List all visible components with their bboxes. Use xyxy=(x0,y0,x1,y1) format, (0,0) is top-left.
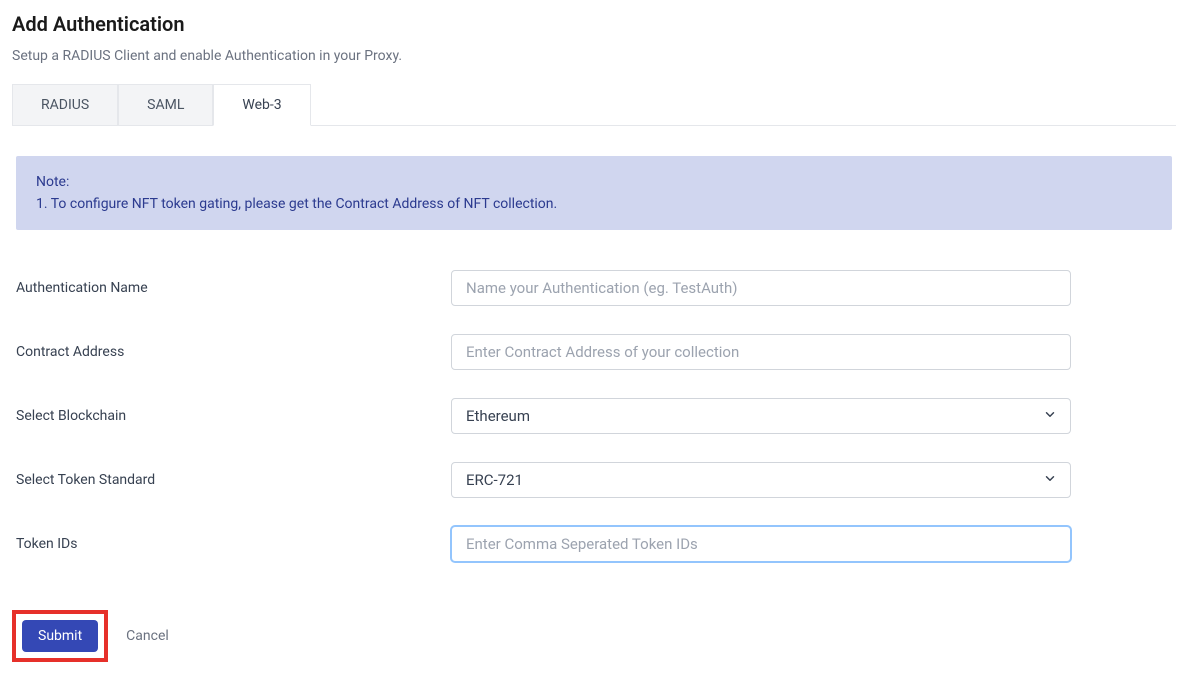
row-token-ids: Token IDs xyxy=(12,526,1176,562)
page-subtitle: Setup a RADIUS Client and enable Authent… xyxy=(12,48,1176,64)
page-title: Add Authentication xyxy=(12,12,1176,36)
token-ids-input[interactable] xyxy=(451,526,1071,562)
label-contract-address: Contract Address xyxy=(16,344,451,360)
row-blockchain: Select Blockchain Ethereum xyxy=(12,398,1176,434)
label-token-standard: Select Token Standard xyxy=(16,472,451,488)
tab-web3[interactable]: Web-3 xyxy=(213,84,310,126)
tab-radius[interactable]: RADIUS xyxy=(12,84,118,125)
label-blockchain: Select Blockchain xyxy=(16,408,451,424)
auth-name-input[interactable] xyxy=(451,270,1071,306)
token-standard-select[interactable]: ERC-721 xyxy=(451,462,1071,498)
note-box: Note: 1. To configure NFT token gating, … xyxy=(16,156,1172,230)
row-token-standard: Select Token Standard ERC-721 xyxy=(12,462,1176,498)
contract-address-input[interactable] xyxy=(451,334,1071,370)
note-title: Note: xyxy=(36,174,1152,190)
submit-button[interactable]: Submit xyxy=(22,620,98,652)
tab-content: Note: 1. To configure NFT token gating, … xyxy=(12,126,1176,662)
cancel-button[interactable]: Cancel xyxy=(126,628,169,644)
row-auth-name: Authentication Name xyxy=(12,270,1176,306)
label-auth-name: Authentication Name xyxy=(16,280,451,296)
form-actions: Submit Cancel xyxy=(12,610,169,662)
label-token-ids: Token IDs xyxy=(16,536,451,552)
blockchain-select[interactable]: Ethereum xyxy=(451,398,1071,434)
note-line-1: 1. To configure NFT token gating, please… xyxy=(36,196,1152,212)
tabs-bar: RADIUS SAML Web-3 xyxy=(12,84,1176,126)
tab-saml[interactable]: SAML xyxy=(118,84,213,125)
highlight-box: Submit xyxy=(12,610,108,662)
row-contract-address: Contract Address xyxy=(12,334,1176,370)
